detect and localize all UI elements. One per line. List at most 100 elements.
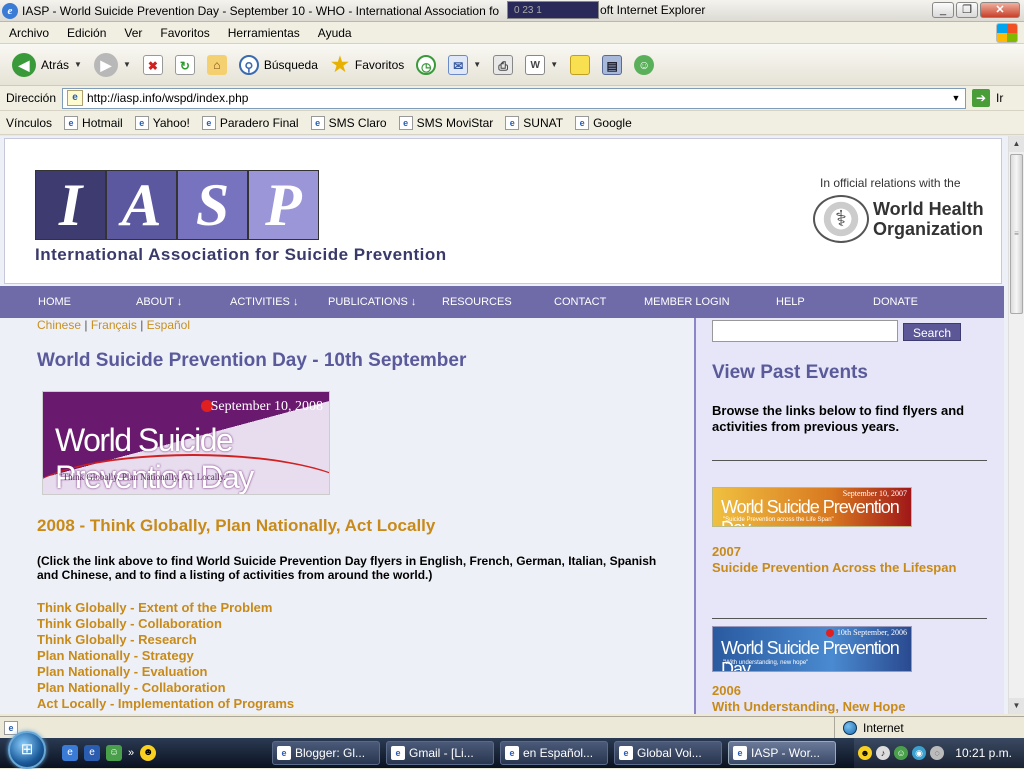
favorites-star-icon: ★ (330, 53, 349, 76)
link-sunat[interactable]: e SUNAT (505, 115, 563, 130)
topic-link[interactable]: Plan Nationally - Evaluation (37, 664, 294, 680)
edit-document-icon: W (525, 54, 546, 75)
menu-favoritos[interactable]: Favoritos (151, 26, 218, 40)
back-label: Atrás (41, 57, 70, 72)
nav-contact[interactable]: CONTACT (554, 296, 606, 308)
search-button[interactable]: ⚲ Búsqueda (235, 49, 322, 81)
event-2007-year[interactable]: 2007 (712, 544, 741, 560)
back-dropdown-icon[interactable]: ▼ (74, 60, 82, 69)
go-button[interactable]: ➔ Ir (972, 89, 1003, 107)
notes-button[interactable] (566, 49, 594, 81)
wspd-2006-banner[interactable]: 10th September, 2006 World Suicide Preve… (712, 626, 912, 672)
close-button[interactable]: ✕ (980, 2, 1020, 18)
topic-link[interactable]: Act Locally - Implementation of Programs (37, 696, 294, 712)
internet-explorer-icon: e (2, 2, 18, 19)
menu-ayuda[interactable]: Ayuda (309, 26, 361, 40)
nav-publications[interactable]: PUBLICATIONS ↓ (328, 296, 416, 308)
task-en-espanol[interactable]: e en Español... (500, 741, 608, 765)
vertical-scrollbar[interactable]: ▲ ≡ ▼ (1008, 136, 1024, 714)
nav-home[interactable]: HOME (38, 296, 71, 308)
messenger-quicklaunch-icon[interactable]: ☺ (106, 745, 122, 761)
edit-button[interactable]: W ▼ (521, 49, 562, 81)
task-blogger[interactable]: e Blogger: Gl... (272, 741, 380, 765)
link-sms-movistar[interactable]: e SMS MoviStar (398, 115, 493, 130)
home-button[interactable]: ⌂ (203, 49, 231, 81)
start-button[interactable]: ⊞ (8, 731, 46, 769)
language-links: Chinese | Français | Español (37, 318, 190, 332)
topic-link[interactable]: Plan Nationally - Collaboration (37, 680, 294, 696)
address-url[interactable]: http://iasp.info/wspd/index.php (87, 91, 248, 105)
mail-dropdown-icon[interactable]: ▼ (473, 60, 481, 69)
link-yahoo[interactable]: e Yahoo! (134, 115, 190, 130)
banner-tagline: "Think Globally, Plan Nationally, Act Lo… (59, 472, 230, 482)
page-title: World Suicide Prevention Day - 10th Sept… (37, 350, 467, 371)
nav-activities[interactable]: ACTIVITIES ↓ (230, 296, 298, 308)
topic-link[interactable]: Think Globally - Research (37, 632, 294, 648)
link-google[interactable]: e Google (575, 115, 632, 130)
refresh-button[interactable]: ↻ (171, 49, 199, 81)
link-sms-claro[interactable]: e SMS Claro (310, 115, 387, 130)
menu-edicion[interactable]: Edición (58, 26, 115, 40)
task-iasp[interactable]: e IASP - Wor... (728, 741, 836, 765)
wspd-2008-banner[interactable]: September 10, 2008 World Suicide Prevent… (42, 391, 330, 495)
messenger-tray-icon[interactable]: ☺ (894, 746, 908, 760)
wspd-2007-banner[interactable]: September 10, 2007 World Suicide Prevent… (712, 487, 912, 527)
edit-dropdown-icon[interactable]: ▼ (550, 60, 558, 69)
lang-spanish[interactable]: Español (147, 318, 190, 332)
theme-2008-link[interactable]: 2008 - Think Globally, Plan Nationally, … (37, 516, 435, 536)
scroll-up-arrow-icon[interactable]: ▲ (1009, 136, 1024, 152)
iasp-logo[interactable]: I A S P (35, 170, 319, 240)
menu-ver[interactable]: Ver (115, 26, 151, 40)
forward-button[interactable]: ▶ ▼ (90, 49, 135, 81)
event-2006-year[interactable]: 2006 (712, 683, 741, 699)
lang-chinese[interactable]: Chinese (37, 318, 81, 332)
nav-donate[interactable]: DONATE (873, 296, 918, 308)
link-page-icon: e (398, 115, 413, 130)
menu-herramientas[interactable]: Herramientas (219, 26, 309, 40)
minimize-button[interactable]: _ (932, 2, 954, 18)
forward-dropdown-icon[interactable]: ▼ (123, 60, 131, 69)
link-paradero-final[interactable]: e Paradero Final (201, 115, 299, 130)
smiley-tray-icon[interactable]: ☻ (858, 746, 872, 760)
event-2006-theme[interactable]: With Understanding, New Hope (712, 699, 992, 714)
restore-button[interactable]: ❐ (956, 2, 978, 18)
task-gmail[interactable]: e Gmail - [Li... (386, 741, 494, 765)
window-titlebar[interactable]: e IASP - World Suicide Prevention Day - … (0, 0, 1024, 22)
nav-member-login[interactable]: MEMBER LOGIN (644, 296, 730, 308)
security-zone[interactable]: Internet (834, 717, 1024, 739)
search-submit-button[interactable]: Search (903, 323, 961, 341)
event-2007-theme[interactable]: Suicide Prevention Across the Lifespan (712, 560, 992, 576)
topic-link[interactable]: Plan Nationally - Strategy (37, 648, 294, 664)
smiley-quicklaunch-icon[interactable]: ☻ (140, 745, 157, 761)
research-button[interactable]: ▤ (598, 49, 626, 81)
topic-link[interactable]: Think Globally - Extent of the Problem (37, 600, 294, 616)
mail-button[interactable]: ✉ ▼ (444, 49, 485, 81)
taskbar-clock[interactable]: 10:21 p.m. (955, 746, 1012, 760)
ie-quicklaunch-icon[interactable]: e (62, 745, 78, 761)
link-hotmail[interactable]: e Hotmail (64, 115, 123, 130)
ie-quicklaunch-icon-2[interactable]: e (84, 745, 100, 761)
network-tray-icon[interactable]: ◉ (912, 746, 926, 760)
lang-french[interactable]: Français (91, 318, 137, 332)
address-input[interactable]: e http://iasp.info/wspd/index.php ▼ (62, 87, 966, 109)
scroll-down-arrow-icon[interactable]: ▼ (1009, 698, 1024, 714)
task-global-voices[interactable]: e Global Voi... (614, 741, 722, 765)
history-button[interactable]: ◷ (412, 49, 440, 81)
nav-help[interactable]: HELP (776, 296, 805, 308)
address-dropdown-icon[interactable]: ▼ (947, 89, 965, 108)
volume-tray-icon[interactable]: ♪ (876, 746, 890, 760)
tray-icon-extra[interactable]: ◌ (930, 746, 944, 760)
menu-archivo[interactable]: Archivo (0, 26, 58, 40)
nav-about[interactable]: ABOUT ↓ (136, 296, 182, 308)
stop-icon: ✖ (142, 54, 163, 75)
quicklaunch-more-icon[interactable]: » (128, 747, 134, 759)
print-button[interactable]: ⎙ (489, 49, 517, 81)
stop-button[interactable]: ✖ (139, 49, 167, 81)
scroll-thumb[interactable]: ≡ (1010, 154, 1023, 314)
back-button[interactable]: ◀ Atrás ▼ (8, 49, 86, 81)
site-search-input[interactable] (712, 320, 898, 342)
messenger-button[interactable]: ☺ (630, 49, 658, 81)
favorites-button[interactable]: ★ Favoritos (326, 49, 408, 81)
topic-link[interactable]: Think Globally - Collaboration (37, 616, 294, 632)
nav-resources[interactable]: RESOURCES (442, 296, 512, 308)
